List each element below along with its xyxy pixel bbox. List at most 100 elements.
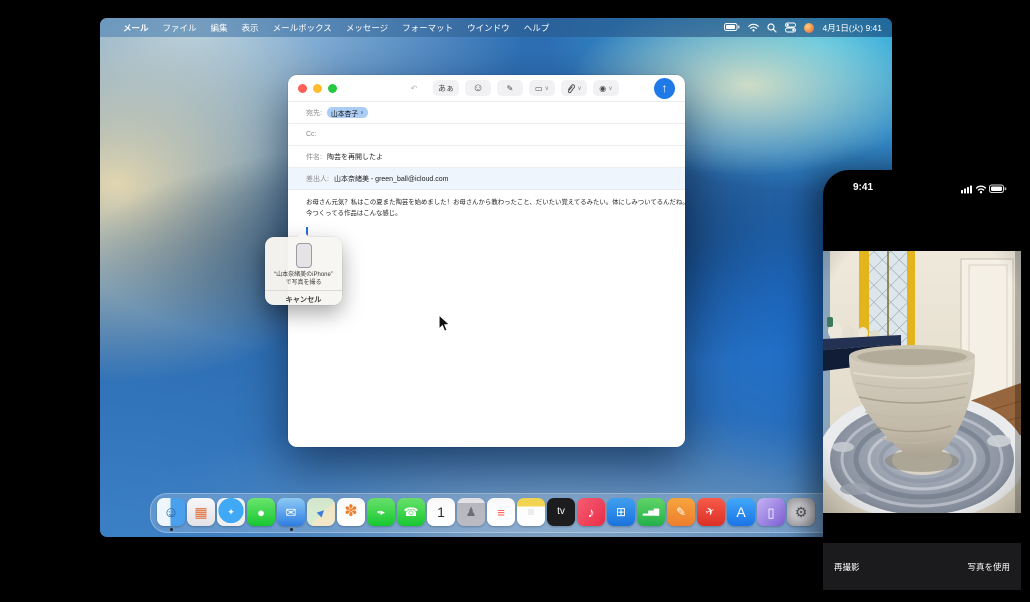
screen: メールファイル編集表示メールボックスメッセージフォーマットウインドウヘルプ	[0, 0, 1030, 602]
cc-label: Cc:	[306, 131, 317, 138]
iphone-device-icon	[296, 243, 312, 268]
format-icon: あぁ	[438, 83, 454, 94]
system-settings-icon[interactable]: ⚙	[787, 495, 815, 531]
markup-icon: ✎	[507, 84, 514, 93]
popover-action-line: で写真を撮る	[285, 279, 321, 287]
music-icon[interactable]: ♪	[577, 495, 605, 531]
undo-icon: ↶	[411, 84, 418, 93]
menu-7[interactable]: ウインドウ	[460, 22, 517, 34]
insert-photo-button[interactable]: ◉∨	[593, 80, 619, 96]
phone-icon[interactable]: ☎	[397, 495, 425, 531]
message-body[interactable]: お母さん元気？私はこの夏また陶芸を始めました！お母さんから教わったこと、だいたい…	[288, 190, 685, 237]
menu-5[interactable]: メッセージ	[339, 22, 395, 34]
numbers-icon[interactable]: ▂▅▇	[637, 495, 665, 531]
paperclip-icon	[566, 83, 575, 94]
subject-field[interactable]: 件名: 陶芸を再開したよ	[288, 146, 685, 168]
menubar: メールファイル編集表示メールボックスメッセージフォーマットウインドウヘルプ	[100, 18, 892, 37]
markup-button[interactable]: ✎	[497, 80, 523, 96]
battery-icon	[990, 185, 1007, 193]
menu-2[interactable]: 編集	[204, 22, 235, 34]
mail-compose-window: ↶ あぁ ☺ ✎ ▭∨ ∨ ◉∨ ↑ 宛先: 山本杏子 ∨ Cc:	[288, 75, 685, 447]
attach-button[interactable]: ∨	[561, 80, 587, 96]
chevron-down-icon: ∨	[360, 110, 364, 116]
menubar-status: 4月1日(火) 9:41	[724, 22, 892, 34]
cellular-icon	[961, 186, 972, 194]
app-store-icon[interactable]: A	[727, 495, 755, 531]
apple-tv-icon[interactable]: tv	[547, 495, 575, 531]
menu-app[interactable]: メール	[116, 22, 156, 34]
battery-icon[interactable]	[724, 23, 740, 32]
cancel-button[interactable]: キャンセル	[286, 291, 322, 305]
calendar-icon[interactable]: 1	[427, 495, 455, 531]
window-titlebar: ↶ あぁ ☺ ✎ ▭∨ ∨ ◉∨ ↑	[288, 75, 685, 102]
contacts-icon[interactable]: ♟	[457, 495, 485, 531]
messages-icon[interactable]: ●	[247, 495, 275, 531]
safari-icon[interactable]: ✦	[217, 495, 245, 531]
menubar-clock[interactable]: 4月1日(火) 9:41	[822, 22, 882, 34]
compose-toolbar: ↶ あぁ ☺ ✎ ▭∨ ∨ ◉∨	[401, 80, 619, 96]
photos-icon[interactable]: ✽	[337, 495, 365, 531]
mail-icon[interactable]: ✉	[277, 495, 305, 531]
emoji-button[interactable]: ☺	[465, 80, 491, 96]
iphone-clock: 9:41	[853, 182, 873, 193]
camera-action-bar: 再撮影 写真を使用	[823, 543, 1021, 590]
undo-button[interactable]: ↶	[401, 80, 427, 96]
menu-3[interactable]: 表示	[235, 22, 266, 34]
from-field[interactable]: 差出人: 山本奈緒美 - green_ball@icloud.com	[288, 168, 685, 190]
to-label: 宛先:	[306, 108, 322, 118]
subject-value: 陶芸を再開したよ	[327, 152, 383, 162]
minimize-window-button[interactable]	[313, 84, 322, 93]
header-fields-button[interactable]: ▭∨	[529, 80, 555, 96]
subject-label: 件名:	[306, 152, 322, 162]
header-fields-icon: ▭	[535, 84, 543, 93]
pages-icon[interactable]: ✎	[667, 495, 695, 531]
body-line-2: 今つくってる作品はこんな感じ。	[306, 209, 667, 220]
close-window-button[interactable]	[298, 84, 307, 93]
user-avatar-icon[interactable]	[804, 23, 814, 33]
photo-browser-icon: ◉	[599, 84, 606, 93]
control-center-icon[interactable]	[785, 22, 796, 33]
pottery-photo	[823, 251, 1021, 513]
from-value: 山本奈緒美 - green_ball@icloud.com	[334, 174, 448, 184]
menu-8[interactable]: ヘルプ	[517, 22, 557, 34]
chevron-down-icon: ∨	[545, 85, 549, 92]
menu-4[interactable]: メールボックス	[266, 22, 339, 34]
notes-icon[interactable]: ≡	[517, 495, 545, 531]
menubar-menus: メールファイル編集表示メールボックスメッセージフォーマットウインドウヘルプ	[116, 22, 556, 34]
use-photo-button[interactable]: 写真を使用	[967, 561, 1010, 573]
chevron-down-icon: ∨	[608, 85, 612, 92]
iphone-status-icons	[961, 183, 1007, 194]
dock: ☺▦✦●✉▶✽▪▸☎1♟≡≡tv♪⊞▂▅▇✎✈A▯⚙↓	[150, 493, 848, 533]
cc-field[interactable]: Cc:	[288, 124, 685, 146]
rocket-app-icon[interactable]: ✈	[697, 495, 725, 531]
body-line-1: お母さん元気？私はこの夏また陶芸を始めました！お母さんから教わったこと、だいたい…	[306, 198, 667, 209]
from-label: 差出人:	[306, 174, 329, 184]
search-icon[interactable]	[767, 23, 777, 33]
emoji-icon: ☺	[472, 82, 483, 94]
send-arrow-icon: ↑	[662, 81, 668, 95]
wifi-icon[interactable]	[748, 23, 759, 32]
send-button[interactable]: ↑	[654, 78, 675, 99]
launchpad-icon[interactable]: ▦	[187, 495, 215, 531]
menu-1[interactable]: ファイル	[156, 22, 204, 34]
chevron-down-icon: ∨	[577, 85, 581, 92]
iphone-screen: 9:41	[823, 170, 1021, 602]
reminders-icon[interactable]: ≡	[487, 495, 515, 531]
facetime-icon[interactable]: ▪▸	[367, 495, 395, 531]
retake-button[interactable]: 再撮影	[834, 561, 860, 573]
format-button[interactable]: あぁ	[433, 80, 459, 96]
zoom-window-button[interactable]	[328, 84, 337, 93]
recipient-token[interactable]: 山本杏子 ∨	[327, 107, 368, 118]
dock-items: ☺▦✦●✉▶✽▪▸☎1♟≡≡tv♪⊞▂▅▇✎✈A▯⚙↓	[157, 495, 841, 531]
keynote-icon[interactable]: ⊞	[607, 495, 635, 531]
recipient-name: 山本杏子	[331, 108, 358, 118]
menu-6[interactable]: フォーマット	[395, 22, 460, 34]
to-field[interactable]: 宛先: 山本杏子 ∨	[288, 102, 685, 124]
maps-icon[interactable]: ▶	[307, 495, 335, 531]
wifi-icon	[977, 186, 986, 193]
iphone-mirroring-icon[interactable]: ▯	[757, 495, 785, 531]
mouse-pointer-icon	[438, 314, 451, 333]
popover-device-line: “山本奈緒美のiPhone”	[274, 271, 333, 279]
finder-icon[interactable]: ☺	[157, 495, 185, 531]
continuity-camera-popover: “山本奈緒美のiPhone” で写真を撮る キャンセル	[265, 237, 342, 305]
